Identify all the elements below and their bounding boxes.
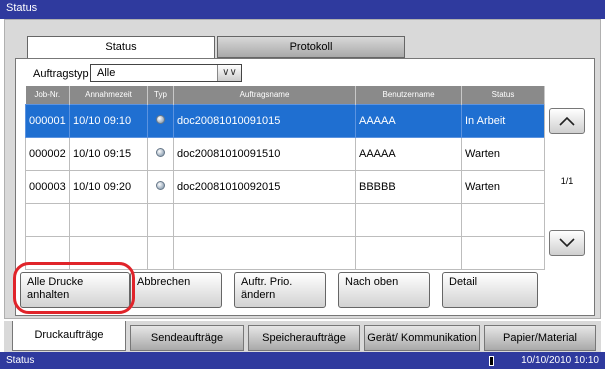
job-name: doc20081010091510 [173, 136, 356, 171]
job-type-label: Auftragstyp [33, 68, 89, 80]
tab-paper-supplies[interactable]: Papier/Material [484, 325, 596, 351]
bottom-tab-bar: Druckaufträge Sendeaufträge Speicherauft… [4, 321, 601, 352]
change-priority-button[interactable]: Auftr. Prio. ändern [234, 272, 326, 308]
table-row[interactable]: 000003 10/10 09:20 doc20081010092015 BBB… [25, 169, 545, 204]
status-label[interactable]: Status [6, 355, 34, 366]
job-type-value: Alle [97, 67, 116, 79]
job-user: BBBBB [355, 169, 462, 204]
job-type-select[interactable]: Alle ∨∨ [90, 64, 242, 82]
chevron-down-icon[interactable]: ∨∨ [217, 65, 241, 81]
col-header-type: Typ [147, 86, 174, 104]
document-icon [156, 147, 165, 157]
job-status: In Arbeit [461, 103, 545, 138]
job-time: 10/10 09:15 [69, 136, 148, 171]
document-icon [156, 180, 165, 190]
cancel-button[interactable]: Abbrechen [130, 272, 222, 308]
window-title: Status [0, 0, 605, 19]
tab-print-jobs[interactable]: Druckaufträge [12, 321, 126, 351]
tab-send-jobs[interactable]: Sendeaufträge [130, 325, 244, 351]
tab-storage-jobs[interactable]: Speicheraufträge [248, 325, 360, 351]
job-user: AAAAA [355, 136, 462, 171]
job-status: Warten [461, 169, 545, 204]
job-number: 000003 [25, 169, 70, 204]
table-header: Job-Nr. Annahmezeit Typ Auftragsname Ben… [25, 86, 545, 104]
job-number: 000002 [25, 136, 70, 171]
scroll-column: 1/1 [544, 104, 588, 264]
tab-status[interactable]: Status [27, 36, 215, 59]
job-user: AAAAA [355, 103, 462, 138]
col-header-job-name: Auftragsname [173, 86, 356, 104]
chevron-down-icon [559, 238, 575, 248]
move-up-button[interactable]: Nach oben [338, 272, 430, 308]
tab-protokoll[interactable]: Protokoll [217, 36, 405, 58]
table-row[interactable]: 000001 10/10 09:10 doc20081010091015 AAA… [25, 103, 545, 138]
col-header-user: Benutzername [355, 86, 462, 104]
datetime: 10/10/2010 10:10 [521, 355, 599, 366]
scroll-up-button[interactable] [549, 108, 585, 134]
col-header-status: Status [461, 86, 545, 104]
connection-indicator-icon [489, 356, 494, 366]
job-name: doc20081010091015 [173, 103, 356, 138]
document-icon [156, 114, 165, 124]
chevron-up-icon [559, 116, 575, 126]
job-table: Job-Nr. Annahmezeit Typ Auftragsname Ben… [25, 86, 545, 270]
status-bar: Status 10/10/2010 10:10 [0, 352, 605, 369]
highlight-ring [13, 262, 135, 314]
col-header-time: Annahmezeit [69, 86, 148, 104]
table-row[interactable]: 000002 10/10 09:15 doc20081010091510 AAA… [25, 136, 545, 171]
scroll-down-button[interactable] [549, 230, 585, 256]
job-time: 10/10 09:20 [69, 169, 148, 204]
tab-device-communication[interactable]: Gerät/ Kommunikation [364, 325, 480, 351]
job-time: 10/10 09:10 [69, 103, 148, 138]
job-number: 000001 [25, 103, 70, 138]
job-status: Warten [461, 136, 545, 171]
detail-button[interactable]: Detail [442, 272, 538, 308]
job-name: doc20081010092015 [173, 169, 356, 204]
col-header-job-nr: Job-Nr. [25, 86, 70, 104]
empty-row [25, 202, 545, 237]
page-indicator: 1/1 [560, 176, 574, 186]
